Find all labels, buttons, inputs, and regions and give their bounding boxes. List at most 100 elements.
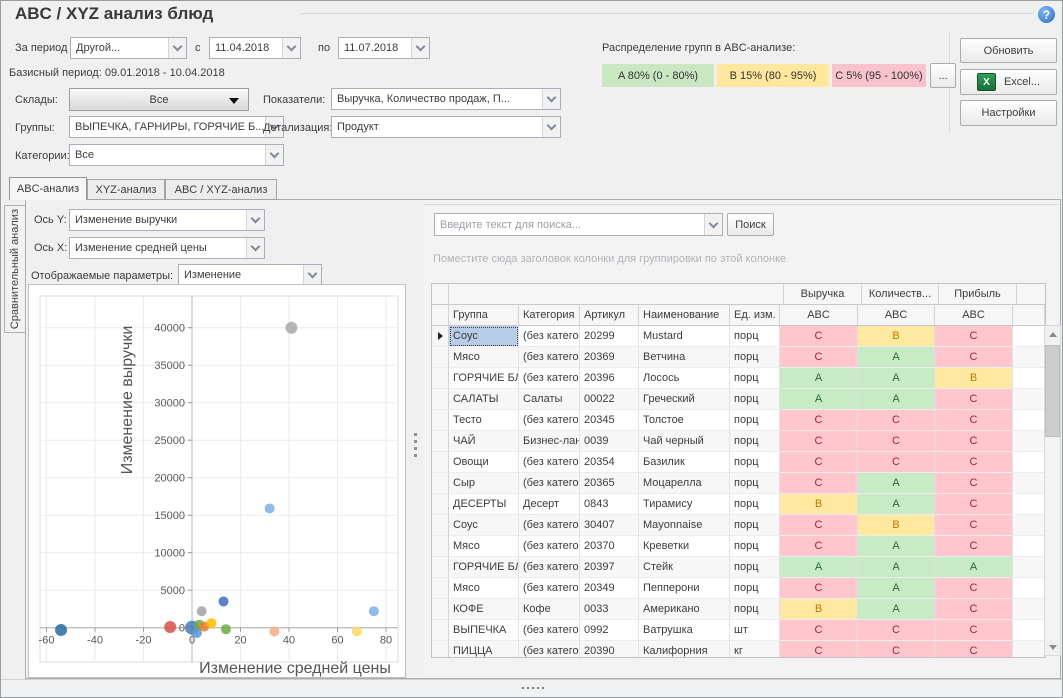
cell-name: Греческий (639, 389, 730, 410)
cell-sku: 0039 (580, 431, 639, 452)
cell-name: Базилик (639, 452, 730, 473)
date-from-select[interactable]: 11.04.2018 (209, 37, 301, 59)
y-tick-label: 40000 (154, 323, 185, 335)
detail-select[interactable]: Продукт (331, 116, 561, 138)
help-icon[interactable]: ? (1038, 6, 1055, 23)
indicators-select[interactable]: Выручка, Количество продаж, П... (331, 88, 561, 110)
table-row[interactable]: САЛАТЫСалаты00022ГреческийпорцAAC (432, 389, 1045, 410)
scroll-up-button[interactable] (1045, 326, 1060, 342)
chevron-down-icon[interactable] (246, 238, 264, 258)
params-select[interactable]: Изменение (178, 264, 322, 286)
chevron-down-icon[interactable] (542, 89, 560, 109)
search-button[interactable]: Поиск (727, 213, 774, 236)
data-point (369, 606, 379, 616)
chevron-down-icon[interactable] (704, 214, 722, 235)
axis-x-select[interactable]: Изменение средней цены (69, 237, 265, 259)
row-indicator (432, 389, 449, 410)
scatter-chart: -60-40-200204060800500010000150002000025… (29, 285, 405, 677)
date-to-value: 11.07.2018 (344, 42, 398, 54)
chevron-down-icon[interactable] (246, 210, 264, 230)
cell-name: Mustard (639, 326, 730, 347)
cell-sku: 20349 (580, 578, 639, 599)
stores-select[interactable]: Все (69, 88, 249, 111)
tab-abc-анализ[interactable]: ABC-анализ (9, 177, 87, 200)
cell-abc: A (780, 557, 858, 578)
date-to-select[interactable]: 11.07.2018 (338, 37, 430, 59)
cell-abc: C (935, 599, 1013, 620)
period-select[interactable]: Другой... (70, 37, 187, 59)
chevron-down-icon[interactable] (411, 38, 429, 58)
cell-name: Моцарелла (639, 473, 730, 494)
groups-select[interactable]: ВЫПЕЧКА, ГАРНИРЫ, ГОРЯЧИЕ Б... (69, 116, 284, 138)
panel-splitter[interactable] (411, 429, 419, 461)
chevron-down-icon[interactable] (282, 38, 300, 58)
table-row[interactable]: Мясо(без катего...20349ПепперонипорцCAC (432, 578, 1045, 599)
splitter-dots-icon[interactable] (522, 687, 544, 689)
side-tab-comparative-analysis[interactable]: Сравнительный анализ (4, 205, 25, 333)
table-row[interactable]: Тесто(без катего...20345ТолстоепорцCCC (432, 410, 1045, 431)
cell-abc: C (780, 347, 858, 368)
cell-category: (без катего... (519, 620, 580, 641)
categories-select[interactable]: Все (69, 144, 284, 166)
row-indicator (432, 578, 449, 599)
cell-abc: C (935, 452, 1013, 473)
abc-badge-a: A 80% (0 - 80%) (602, 64, 714, 87)
page-title: ABC / XYZ анализ блюд (15, 4, 213, 24)
cell-category: (без катего... (519, 557, 580, 578)
search-input[interactable]: Введите текст для поиска... (434, 213, 723, 236)
scroll-down-button[interactable] (1045, 639, 1060, 655)
y-tick-label: 20000 (154, 473, 185, 485)
chevron-down-icon[interactable] (542, 117, 560, 137)
group-header: Выручка (784, 284, 862, 305)
table-row[interactable]: ПИЦЦА(без катего...20390КалифорниякгCCC (432, 641, 1045, 658)
cell-sku: 20369 (580, 347, 639, 368)
table-row[interactable]: ГОРЯЧИЕ БЛ...(без катего...20397Стейкпор… (432, 557, 1045, 578)
table-row[interactable]: ДЕСЕРТЫДесерт0843ТирамисупорцBAC (432, 494, 1045, 515)
cell-abc: A (858, 389, 935, 410)
settings-button[interactable]: Настройки (960, 100, 1057, 126)
table-row[interactable]: Соус(без катего...20299MustardпорцCBC (432, 326, 1045, 347)
scroll-thumb[interactable] (1045, 345, 1060, 437)
table-row[interactable]: ВЫПЕЧКА(без катего...0992ВатрушкаштCCC (432, 620, 1045, 641)
cell-abc: A (858, 473, 935, 494)
dropdown-triangle-icon (229, 98, 239, 104)
cell-abc: C (858, 452, 935, 473)
cell-sku: 20397 (580, 557, 639, 578)
cell-abc: C (935, 473, 1013, 494)
cell-group: ПИЦЦА (449, 641, 519, 658)
table-scrollbar[interactable] (1044, 325, 1061, 656)
table-row[interactable]: ЧАЙБизнес-ланч0039Чай черныйпорцCCC (432, 431, 1045, 452)
table-row[interactable]: Мясо(без катего...20369ВетчинапорцCAC (432, 347, 1045, 368)
tab-abc-xyz-анализ[interactable]: ABC / XYZ-анализ (165, 179, 277, 200)
cell-name: Лосось (639, 368, 730, 389)
tab-xyz-анализ[interactable]: XYZ-анализ (87, 179, 165, 200)
cell-category: (без катего... (519, 641, 580, 658)
table-row[interactable]: КОФЕКофе0033АмериканопорцBAC (432, 599, 1045, 620)
cell-name: Стейк (639, 557, 730, 578)
chevron-down-icon[interactable] (168, 38, 186, 58)
cell-unit: порц (730, 473, 780, 494)
axis-y-label: Ось Y: (34, 214, 67, 226)
data-point (206, 618, 216, 628)
cell-category: (без катего... (519, 515, 580, 536)
axis-y-select[interactable]: Изменение выручки (69, 209, 265, 231)
cell-abc: C (935, 536, 1013, 557)
table-row[interactable]: ГОРЯЧИЕ БЛ...(без катего...20396Лососьпо… (432, 368, 1045, 389)
y-tick-label: 35000 (154, 360, 185, 372)
table-row[interactable]: Мясо(без катего...20370КреветкипорцCAC (432, 536, 1045, 557)
chevron-down-icon[interactable] (303, 265, 321, 285)
cell-name: Толстое (639, 410, 730, 431)
table-row[interactable]: Овощи(без катего...20354БазиликпорцCCC (432, 452, 1045, 473)
table-row[interactable]: Сыр(без катего...20365МоцареллапорцCAC (432, 473, 1045, 494)
groupbox-line (301, 13, 1034, 14)
table-row[interactable]: Соус(без катего...30407MayonnaiseпорцCBC (432, 515, 1045, 536)
distribution-more-button[interactable]: ... (930, 63, 956, 88)
refresh-button[interactable]: Обновить (960, 38, 1057, 63)
row-indicator (432, 452, 449, 473)
data-point (219, 596, 229, 606)
cell-unit: порц (730, 452, 780, 473)
cell-group: ВЫПЕЧКА (449, 620, 519, 641)
excel-button[interactable]: X Excel... (960, 69, 1057, 95)
cell-name: Пепперони (639, 578, 730, 599)
chevron-down-icon[interactable] (265, 145, 283, 165)
